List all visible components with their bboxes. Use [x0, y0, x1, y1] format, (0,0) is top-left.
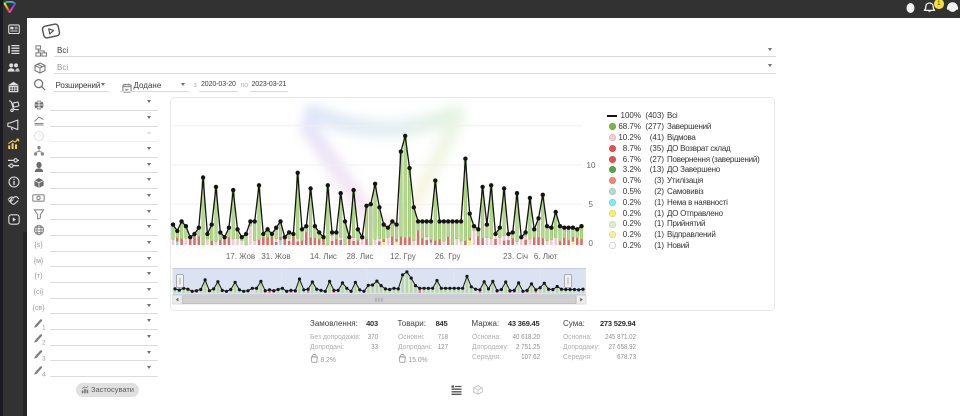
svg-text:4: 4 [42, 371, 46, 377]
svg-text:x: x [318, 360, 319, 363]
svg-text:3: 3 [42, 355, 46, 361]
svg-text:1: 1 [42, 324, 46, 330]
svg-text:x: x [405, 360, 406, 363]
svg-text:?: ? [37, 134, 41, 140]
svg-text:2: 2 [42, 340, 46, 346]
